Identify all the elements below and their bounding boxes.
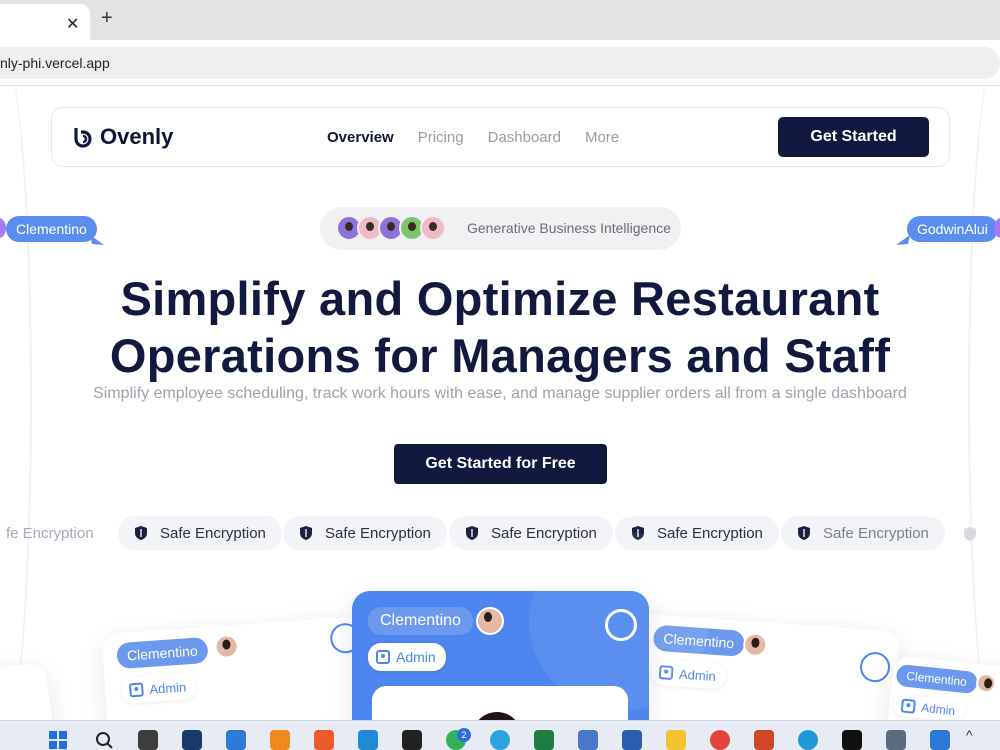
search-icon[interactable]	[94, 730, 114, 750]
feature-marquee: fe Encryption Safe Encryption Safe Encry…	[0, 516, 1000, 552]
feature-chip-label: Safe Encryption	[160, 524, 266, 542]
feature-chip-partial: fe Encryption	[0, 516, 110, 550]
close-tab-icon[interactable]: ✕	[66, 14, 79, 34]
feature-chip: Safe Encryption	[118, 516, 282, 550]
feature-chip-label: Safe Encryption	[657, 524, 763, 542]
avatar-stack	[336, 215, 446, 241]
tagline-badge: Generative Business Intelligence	[320, 207, 681, 250]
feature-chip-label: fe Encryption	[6, 524, 94, 542]
word-icon[interactable]	[622, 730, 642, 750]
app-icon[interactable]	[930, 730, 950, 750]
avatar	[975, 672, 998, 695]
shield-icon	[135, 526, 147, 540]
card-user-name: Clementino	[368, 607, 473, 635]
chevron-up-icon[interactable]: ^	[966, 727, 973, 743]
hero-title-line-2: Operations for Managers and Staff	[109, 329, 891, 382]
avatar	[420, 215, 446, 241]
card-user-name: Clementino	[116, 636, 209, 670]
url-text: nly-phi.vercel.app	[0, 55, 110, 71]
browser-tab-bar: ✕ +	[0, 0, 1000, 40]
role-badge: Admin	[120, 672, 198, 704]
avatar	[476, 607, 504, 635]
get-started-button[interactable]: Get Started	[778, 117, 929, 157]
capcut-icon[interactable]	[842, 730, 862, 750]
store-icon[interactable]	[226, 730, 246, 750]
avatar	[742, 631, 769, 658]
profile-card-far-right: Clementino Admin	[886, 655, 1000, 720]
widgets-icon[interactable]	[182, 730, 202, 750]
tagline-text: Generative Business Intelligence	[467, 220, 671, 236]
feature-chip-label: Safe Encryption	[823, 524, 929, 542]
shield-icon	[300, 526, 312, 540]
decor-curve-left	[0, 87, 32, 720]
profile-card-left: Clementino Admin	[101, 616, 371, 720]
ovenly-logo-icon	[74, 128, 92, 148]
shield-icon	[466, 526, 478, 540]
get-started-free-button[interactable]: Get Started for Free	[394, 444, 607, 484]
edge-icon[interactable]	[798, 730, 818, 750]
role-label: Admin	[920, 700, 956, 719]
floating-user-right: GodwinAlui	[907, 216, 998, 242]
brand-logo[interactable]: Ovenly	[72, 124, 173, 150]
calculator-icon[interactable]	[886, 730, 906, 750]
files-icon[interactable]	[666, 730, 686, 750]
notes-icon[interactable]	[578, 730, 598, 750]
avatar	[213, 633, 240, 660]
card-user-name: Clementino	[895, 663, 978, 695]
browser-tab[interactable]: ✕	[0, 4, 90, 40]
address-bar[interactable]: nly-phi.vercel.app	[0, 47, 1000, 79]
person-photo	[472, 712, 522, 720]
top-navbar: Ovenly Overview Pricing Dashboard More G…	[51, 107, 950, 167]
new-tab-icon[interactable]: +	[101, 7, 113, 30]
feature-chip: Safe Encryption	[781, 516, 945, 550]
ovenly-badge-icon	[859, 651, 892, 684]
nav-link-dashboard[interactable]: Dashboard	[488, 129, 561, 146]
nav-link-pricing[interactable]: Pricing	[418, 129, 464, 146]
ovenly-badge-icon	[605, 609, 637, 641]
shield-icon	[964, 527, 976, 541]
nav-links: Overview Pricing Dashboard More	[327, 129, 619, 146]
vscode-icon[interactable]	[358, 730, 378, 750]
landing-page: Ovenly Overview Pricing Dashboard More G…	[0, 87, 1000, 720]
task-view-icon[interactable]	[138, 730, 158, 750]
id-card-icon	[376, 650, 390, 664]
feature-chip: Safe Encryption	[283, 516, 447, 550]
nav-link-overview[interactable]: Overview	[327, 129, 394, 146]
id-card-icon	[128, 682, 144, 698]
powerpoint-icon[interactable]	[754, 730, 774, 750]
role-badge: Admin	[892, 693, 967, 720]
telegram-icon[interactable]	[490, 730, 510, 750]
windows-start-icon[interactable]	[48, 730, 68, 750]
pointer-left-icon	[90, 235, 104, 245]
role-badge: Admin	[368, 643, 446, 671]
chrome-icon[interactable]	[710, 730, 730, 750]
terminal-icon[interactable]	[402, 730, 422, 750]
hero-subtitle: Simplify employee scheduling, track work…	[93, 385, 907, 402]
address-bar-container: nly-phi.vercel.app	[0, 40, 1000, 86]
card-photo-panel	[372, 686, 628, 720]
profile-card-main: Clementino Admin	[352, 531, 709, 720]
floating-user-left: Clementino	[6, 216, 97, 242]
decor-curve-right	[968, 87, 1000, 720]
brand-name: Ovenly	[100, 124, 174, 149]
vlc-icon[interactable]	[270, 730, 290, 750]
feature-chip-label: Safe Encryption	[325, 524, 431, 542]
role-label: Admin	[396, 649, 436, 665]
nav-link-more[interactable]: More	[585, 129, 619, 146]
brave-icon[interactable]	[314, 730, 334, 750]
role-label: Admin	[148, 678, 187, 697]
id-card-icon	[900, 698, 917, 714]
os-taskbar: 2 ^	[0, 720, 1000, 750]
notification-badge: 2	[457, 728, 471, 742]
excel-icon[interactable]	[534, 730, 554, 750]
shield-icon	[798, 526, 810, 540]
hero-title-line-1: Simplify and Optimize Restaurant	[120, 272, 880, 325]
profile-card-far-left	[0, 661, 56, 720]
